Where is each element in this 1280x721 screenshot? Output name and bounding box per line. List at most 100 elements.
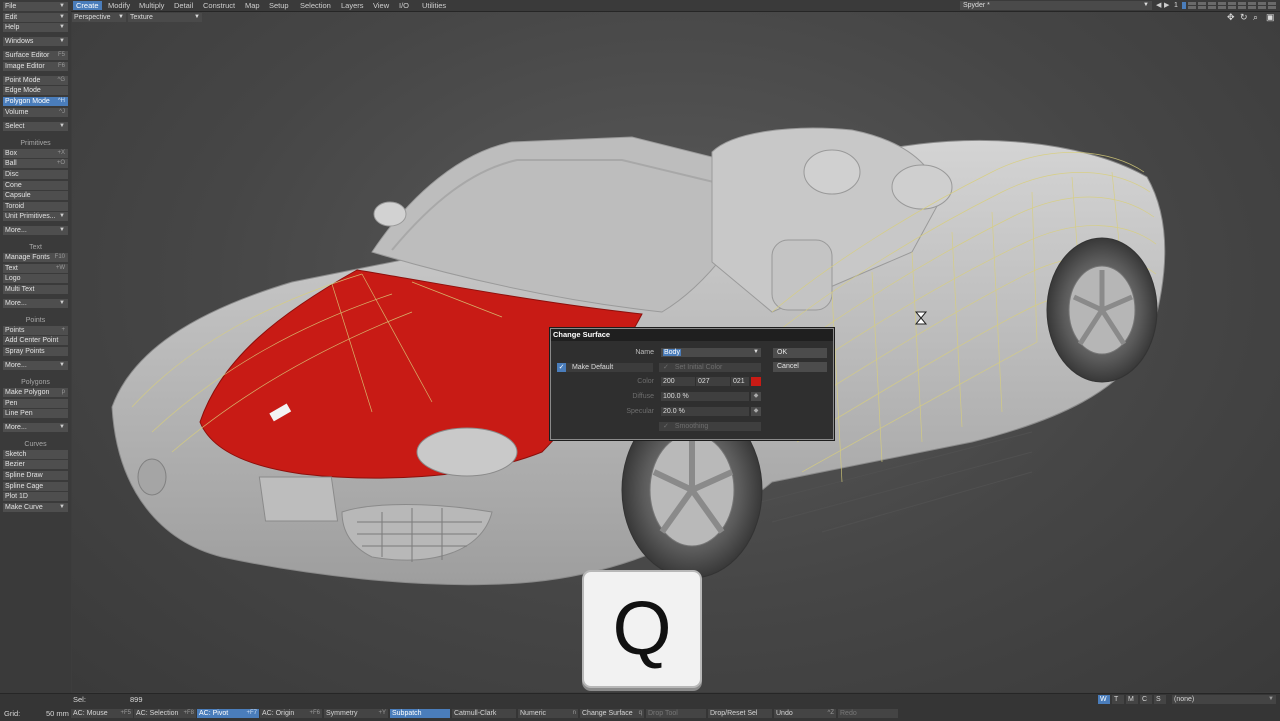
- action-center-selection-button[interactable]: AC: Selection +F8: [134, 709, 196, 718]
- tab-utilities[interactable]: Utilities: [419, 1, 449, 10]
- tab-selection[interactable]: Selection: [297, 1, 334, 10]
- next-layer-icon[interactable]: ▶: [1164, 0, 1169, 11]
- toroid-tool[interactable]: Toroid: [3, 202, 68, 211]
- check-icon: ✓: [663, 364, 669, 371]
- windows-menu[interactable]: Windows ▼: [3, 37, 68, 46]
- chevron-down-icon: ▼: [59, 14, 65, 20]
- image-editor-button[interactable]: Image Editor F6: [3, 62, 68, 71]
- ok-button[interactable]: OK: [773, 348, 827, 358]
- envelope-icon[interactable]: ◆: [751, 392, 761, 401]
- color-green-input[interactable]: 027: [696, 377, 730, 386]
- make-curve-menu[interactable]: Make Curve ▼: [3, 503, 68, 512]
- diffuse-input[interactable]: 100.0 %: [661, 392, 749, 401]
- redo-button[interactable]: Redo: [838, 709, 898, 718]
- text-tool[interactable]: Text +W: [3, 264, 68, 273]
- add-center-point-button[interactable]: Add Center Point: [3, 336, 68, 345]
- subdivision-type-dropdown[interactable]: Catmull-Clark: [452, 709, 516, 718]
- previous-layer-icon[interactable]: ◀: [1156, 0, 1161, 11]
- shortcut-label: ^Z: [827, 710, 834, 716]
- point-mode-button[interactable]: Point Mode ^G: [3, 76, 68, 85]
- polygon-mode-button[interactable]: Polygon Mode ^H: [3, 97, 68, 106]
- spline-draw-tool[interactable]: Spline Draw: [3, 471, 68, 480]
- surface-list-dropdown[interactable]: ▼: [751, 348, 761, 357]
- tab-construct[interactable]: Construct: [200, 1, 238, 10]
- set-initial-color-checkbox[interactable]: ✓ Set Initial Color: [659, 363, 761, 372]
- tab-detail[interactable]: Detail: [171, 1, 196, 10]
- unit-primitives-menu[interactable]: Unit Primitives... ▼: [3, 212, 68, 221]
- color-swatch[interactable]: [751, 377, 761, 386]
- object-selector[interactable]: Spyder * ▼: [960, 1, 1152, 10]
- selection-set-button[interactable]: S: [1154, 695, 1166, 704]
- volume-button[interactable]: Volume ^J: [3, 108, 68, 117]
- object-name: Spyder *: [963, 2, 990, 9]
- surface-name-input[interactable]: Body: [661, 348, 759, 357]
- smoothing-checkbox[interactable]: ✓ Smoothing: [659, 422, 761, 431]
- help-menu[interactable]: Help ▼: [3, 23, 68, 32]
- cone-tool[interactable]: Cone: [3, 181, 68, 190]
- tab-io[interactable]: I/O: [396, 1, 412, 10]
- logo-tool[interactable]: Logo: [3, 274, 68, 283]
- spline-cage-tool[interactable]: Spline Cage: [3, 482, 68, 491]
- color-red-input[interactable]: 200: [661, 377, 695, 386]
- file-menu[interactable]: File ▼: [3, 2, 68, 11]
- ball-tool[interactable]: Ball +O: [3, 159, 68, 168]
- tab-setup[interactable]: Setup: [266, 1, 292, 10]
- tab-layers[interactable]: Layers: [338, 1, 367, 10]
- action-center-pivot-button[interactable]: AC: Pivot +F7: [197, 709, 259, 718]
- points-more-menu[interactable]: More... ▼: [3, 361, 68, 370]
- edge-mode-button[interactable]: Edge Mode: [3, 86, 68, 95]
- polygons-more-menu[interactable]: More... ▼: [3, 423, 68, 432]
- specular-label: Specular: [626, 408, 654, 415]
- envelope-icon[interactable]: ◆: [751, 407, 761, 416]
- bezier-tool[interactable]: Bezier: [3, 460, 68, 469]
- tab-map[interactable]: Map: [242, 1, 263, 10]
- texture-map-button[interactable]: T: [1112, 695, 1124, 704]
- tab-create[interactable]: Create: [73, 1, 102, 10]
- manage-fonts-button[interactable]: Manage Fonts F10: [3, 253, 68, 262]
- drop-reset-selection-button[interactable]: Drop/Reset Sel: [708, 709, 772, 718]
- pen-tool[interactable]: Pen: [3, 399, 68, 408]
- specular-input[interactable]: 20.0 %: [661, 407, 749, 416]
- plot-1d-tool[interactable]: Plot 1D: [3, 492, 68, 501]
- tab-modify[interactable]: Modify: [105, 1, 133, 10]
- action-center-origin-button[interactable]: AC: Origin +F6: [260, 709, 322, 718]
- cancel-button[interactable]: Cancel: [773, 362, 827, 372]
- layer-bank-grid[interactable]: [1182, 2, 1278, 9]
- box-tool[interactable]: Box +X: [3, 149, 68, 158]
- undo-button[interactable]: Undo ^Z: [774, 709, 836, 718]
- color-map-button[interactable]: C: [1140, 695, 1152, 704]
- drop-tool-button[interactable]: Drop Tool: [646, 709, 706, 718]
- color-blue-input[interactable]: 021: [731, 377, 749, 386]
- action-center-mouse-button[interactable]: AC: Mouse +F5: [71, 709, 133, 718]
- subpatch-toggle[interactable]: Subpatch: [390, 709, 450, 718]
- multi-text-tool[interactable]: Multi Text: [3, 285, 68, 294]
- change-surface-button[interactable]: Change Surface q: [580, 709, 644, 718]
- weight-map-button[interactable]: W: [1098, 695, 1110, 704]
- text-more-menu[interactable]: More... ▼: [3, 299, 68, 308]
- tab-multiply[interactable]: Multiply: [136, 1, 167, 10]
- numeric-button[interactable]: Numeric n: [518, 709, 578, 718]
- capsule-tool[interactable]: Capsule: [3, 191, 68, 200]
- edit-menu[interactable]: Edit ▼: [3, 13, 68, 22]
- chevron-down-icon: ▼: [59, 227, 65, 233]
- primitives-more-menu[interactable]: More... ▼: [3, 226, 68, 235]
- sketch-tool[interactable]: Sketch: [3, 450, 68, 459]
- vertex-map-value: (none): [1174, 696, 1195, 703]
- tab-view[interactable]: View: [370, 1, 392, 10]
- make-default-checkbox[interactable]: ✓ Make Default: [557, 363, 653, 372]
- vertex-map-dropdown[interactable]: (none) ▼: [1172, 695, 1276, 704]
- chevron-down-icon: ▼: [1268, 696, 1274, 702]
- symmetry-toggle[interactable]: Symmetry +Y: [324, 709, 388, 718]
- line-pen-tool[interactable]: Line Pen: [3, 409, 68, 418]
- surface-editor-button[interactable]: Surface Editor F5: [3, 51, 68, 60]
- grid-value: 50 mm: [46, 709, 69, 718]
- disc-tool[interactable]: Disc: [3, 170, 68, 179]
- make-polygon-button[interactable]: Make Polygon p: [3, 388, 68, 397]
- selection-count-label: Sel:: [73, 695, 86, 704]
- spray-points-tool[interactable]: Spray Points: [3, 347, 68, 356]
- points-tool[interactable]: Points +: [3, 326, 68, 335]
- shortcut-label: ^J: [59, 109, 65, 115]
- chevron-down-icon: ▼: [59, 300, 65, 306]
- select-menu[interactable]: Select ▼: [3, 122, 68, 131]
- morph-map-button[interactable]: M: [1126, 695, 1138, 704]
